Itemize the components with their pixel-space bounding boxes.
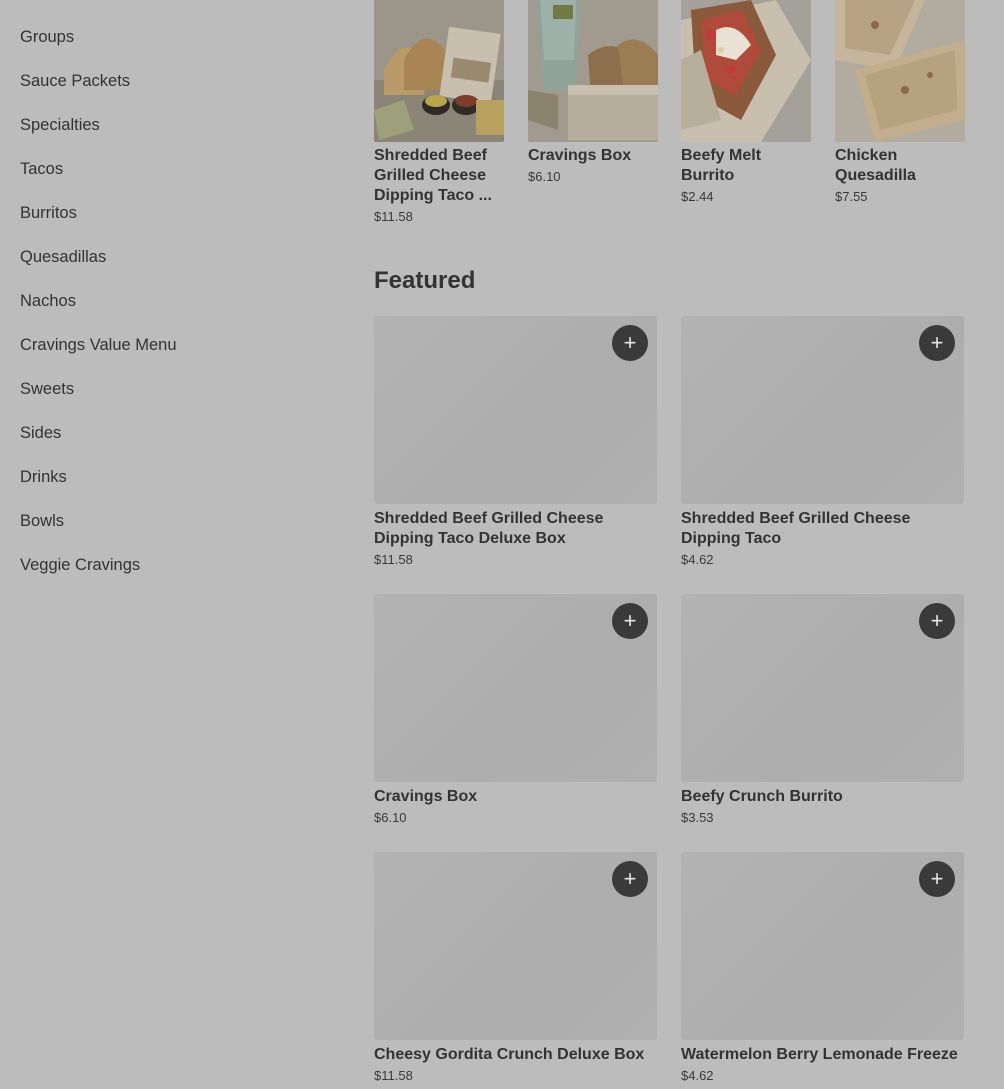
featured-item[interactable]: + Cheesy Gordita Crunch Deluxe Box $11.5… [374,852,657,1083]
cravings-box-photo [528,0,658,142]
add-to-cart-button[interactable]: + [612,325,648,361]
sidebar-item-veggie-cravings[interactable]: Veggie Cravings [20,556,140,575]
sidebar-item-drinks[interactable]: Drinks [20,468,67,487]
carousel-item[interactable]: Shredded Beef Grilled Cheese Dipping Tac… [374,0,504,224]
featured-item[interactable]: + Beefy Crunch Burrito $3.53 [681,594,964,825]
featured-item[interactable]: + Shredded Beef Grilled Cheese Dipping T… [374,316,657,567]
carousel-item[interactable]: Chicken Quesadilla $7.55 [835,0,965,204]
product-image-placeholder: + [374,594,657,782]
quesadilla-photo [835,0,965,142]
burrito-photo [681,0,811,142]
featured-item-price: $3.53 [681,810,714,825]
carousel-item-price: $7.55 [835,189,868,204]
featured-item-name: Watermelon Berry Lemonade Freeze [681,1046,958,1063]
sidebar-item-sides[interactable]: Sides [20,424,61,443]
featured-item[interactable]: + Shredded Beef Grilled Cheese Dipping T… [681,316,964,567]
product-image-placeholder: + [681,852,964,1040]
sidebar-item-cravings-value-menu[interactable]: Cravings Value Menu [20,336,177,355]
carousel-item-price: $11.58 [374,209,413,224]
carousel-item[interactable]: Cravings Box $6.10 [528,0,658,184]
featured-item-name: Cravings Box [374,788,478,805]
featured-item-name: Shredded Beef Grilled Cheese Dipping Tac… [374,510,604,547]
carousel-item-name: Cravings Box [528,147,632,164]
featured-item-price: $11.58 [374,552,413,567]
deluxe-box-photo [374,0,504,142]
featured-item[interactable]: + Watermelon Berry Lemonade Freeze $4.62 [681,852,964,1083]
carousel-item-name: Chicken Quesadilla [835,147,916,184]
featured-item-price: $6.10 [374,810,407,825]
featured-item-name: Cheesy Gordita Crunch Deluxe Box [374,1046,645,1063]
product-image-placeholder: + [374,316,657,504]
add-to-cart-button[interactable]: + [612,861,648,897]
category-sidebar: Groups Sauce Packets Specialties Tacos B… [0,0,340,1089]
product-image-placeholder: + [374,852,657,1040]
featured-item[interactable]: + Cravings Box $6.10 [374,594,657,825]
featured-item-name: Beefy Crunch Burrito [681,788,843,805]
sidebar-item-burritos[interactable]: Burritos [20,204,77,223]
sidebar-item-specialties[interactable]: Specialties [20,116,100,135]
product-image-placeholder: + [681,594,964,782]
featured-item-price: $11.58 [374,1068,413,1083]
carousel-item-price: $2.44 [681,189,714,204]
carousel-item[interactable]: Beefy Melt Burrito $2.44 [681,0,811,204]
featured-item-name: Shredded Beef Grilled Cheese Dipping Tac… [681,510,911,547]
menu-page: Groups Sauce Packets Specialties Tacos B… [0,0,1004,1089]
sidebar-item-sweets[interactable]: Sweets [20,380,74,399]
sidebar-item-quesadillas[interactable]: Quesadillas [20,248,106,267]
sidebar-item-tacos[interactable]: Tacos [20,160,63,179]
sidebar-item-sauce-packets[interactable]: Sauce Packets [20,72,130,91]
add-to-cart-button[interactable]: + [919,861,955,897]
carousel-item-name: Shredded Beef Grilled Cheese Dipping Tac… [374,147,492,204]
sidebar-item-bowls[interactable]: Bowls [20,512,64,531]
sidebar-item-nachos[interactable]: Nachos [20,292,76,311]
featured-item-price: $4.62 [681,1068,714,1083]
carousel-item-name: Beefy Melt Burrito [681,147,762,184]
add-to-cart-button[interactable]: + [612,603,648,639]
add-to-cart-button[interactable]: + [919,325,955,361]
featured-item-price: $4.62 [681,552,714,567]
featured-heading: Featured [374,267,476,294]
sidebar-item-groups[interactable]: Groups [20,28,74,47]
product-image-placeholder: + [681,316,964,504]
carousel-item-price: $6.10 [528,169,561,184]
add-to-cart-button[interactable]: + [919,603,955,639]
